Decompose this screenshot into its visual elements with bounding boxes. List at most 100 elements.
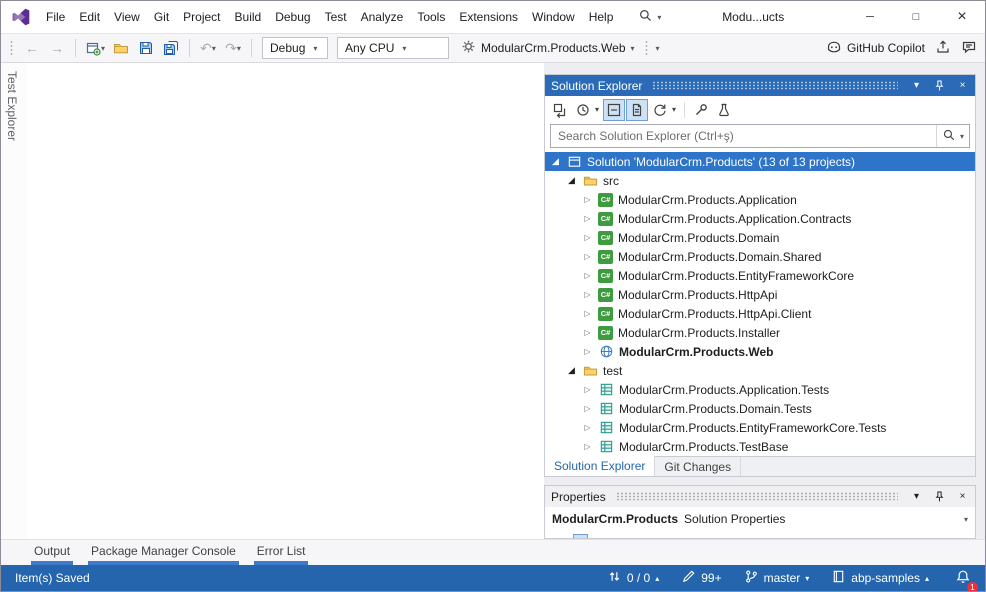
commits-indicator[interactable]: 0 / 0 ▴	[607, 569, 659, 587]
chevron-down-icon[interactable]: ▾	[960, 132, 964, 141]
tree-node-csharp[interactable]: ▷C#ModularCrm.Products.Installer	[545, 323, 975, 342]
window-position-button[interactable]: ▾	[908, 77, 925, 94]
menu-analyze[interactable]: Analyze	[354, 2, 411, 32]
close-button[interactable]: ×	[939, 1, 985, 33]
tab-package-manager-console[interactable]: Package Manager Console	[88, 540, 239, 565]
collapse-all-button[interactable]	[603, 99, 625, 121]
tree-node-test[interactable]: ▷ModularCrm.Products.Domain.Tests	[545, 399, 975, 418]
chevron-down-icon[interactable]: ▾	[595, 105, 599, 114]
tree-node-csharp[interactable]: ▷C#ModularCrm.Products.EntityFrameworkCo…	[545, 266, 975, 285]
menu-file[interactable]: File	[39, 2, 72, 32]
pin-icon[interactable]	[931, 77, 948, 94]
collapse-arrow-icon[interactable]: ◢	[566, 365, 577, 376]
undo-button[interactable]: ↶ ▾	[197, 36, 219, 60]
menu-edit[interactable]: Edit	[72, 2, 107, 32]
github-copilot-button[interactable]: GitHub Copilot	[826, 39, 925, 58]
maximize-button[interactable]: □	[893, 1, 939, 33]
toolbar-overflow-grip[interactable]	[644, 40, 649, 56]
tree-node-csharp[interactable]: ▷C#ModularCrm.Products.Application.Contr…	[545, 209, 975, 228]
chevron-down-icon[interactable]: ▾	[672, 105, 676, 114]
share-button[interactable]	[935, 39, 951, 58]
menu-extensions[interactable]: Extensions	[452, 2, 525, 32]
tree-node-csharp[interactable]: ▷C#ModularCrm.Products.Application	[545, 190, 975, 209]
redo-button[interactable]: ↷ ▾	[222, 36, 244, 60]
expand-arrow-icon[interactable]: ▷	[582, 385, 593, 394]
test-explorer-tab[interactable]: Test Explorer	[5, 71, 19, 141]
menu-project[interactable]: Project	[176, 2, 227, 32]
toolbar-grip[interactable]	[9, 40, 14, 56]
expand-arrow-icon[interactable]: ▷	[582, 195, 593, 204]
expand-arrow-icon[interactable]: ▷	[582, 442, 593, 451]
notifications-button[interactable]: 1	[955, 569, 971, 588]
panel-drag-grip[interactable]	[616, 492, 898, 501]
save-all-button[interactable]	[160, 36, 182, 60]
tree-node-folder[interactable]: ◢test	[545, 361, 975, 380]
expand-arrow-icon[interactable]: ▷	[582, 328, 593, 337]
solution-platform-select[interactable]: Any CPU ▾	[337, 37, 449, 59]
minimize-button[interactable]: ─	[847, 1, 893, 33]
collapse-arrow-icon[interactable]: ◢	[550, 156, 561, 167]
send-feedback-button[interactable]	[961, 39, 977, 58]
search-icon[interactable]	[942, 128, 956, 145]
git-branch-selector[interactable]: master ▾	[744, 569, 810, 587]
panel-drag-grip[interactable]	[652, 81, 898, 90]
startup-project-select[interactable]: ModularCrm.Products.Web ▾	[455, 36, 641, 60]
tree-node-test[interactable]: ▷ModularCrm.Products.Application.Tests	[545, 380, 975, 399]
tab-git-changes[interactable]: Git Changes	[655, 457, 741, 476]
close-panel-button[interactable]: ×	[954, 488, 971, 505]
editor-workspace[interactable]	[26, 63, 544, 539]
expand-arrow-icon[interactable]: ▷	[582, 214, 593, 223]
preview-selected-items-button[interactable]	[713, 99, 735, 121]
expand-arrow-icon[interactable]: ▷	[582, 271, 593, 280]
tab-output[interactable]: Output	[31, 540, 73, 565]
collapse-arrow-icon[interactable]: ◢	[566, 175, 577, 186]
tree-node-test[interactable]: ▷ModularCrm.Products.TestBase	[545, 437, 975, 456]
tree-node-csharp[interactable]: ▷C#ModularCrm.Products.HttpApi.Client	[545, 304, 975, 323]
expand-arrow-icon[interactable]: ▷	[582, 423, 593, 432]
toolbar-overflow-button[interactable]: ▾	[656, 44, 660, 53]
menu-build[interactable]: Build	[228, 2, 269, 32]
open-file-button[interactable]	[110, 36, 132, 60]
tree-node-csharp[interactable]: ▷C#ModularCrm.Products.Domain	[545, 228, 975, 247]
menu-tools[interactable]: Tools	[410, 2, 452, 32]
expand-arrow-icon[interactable]: ▷	[582, 252, 593, 261]
pending-changes-filter-button[interactable]	[572, 99, 594, 121]
switch-views-button[interactable]	[549, 99, 571, 121]
save-button[interactable]	[135, 36, 157, 60]
expand-arrow-icon[interactable]: ▷	[582, 309, 593, 318]
tree-node-csharp[interactable]: ▷C#ModularCrm.Products.HttpApi	[545, 285, 975, 304]
expand-arrow-icon[interactable]: ▷	[582, 404, 593, 413]
show-all-files-button[interactable]	[626, 99, 648, 121]
sync-with-active-document-button[interactable]	[649, 99, 671, 121]
expand-arrow-icon[interactable]: ▷	[582, 290, 593, 299]
expand-arrow-icon[interactable]: ▷	[582, 347, 593, 356]
navigate-back-button[interactable]: ←	[21, 36, 43, 60]
properties-button[interactable]	[690, 99, 712, 121]
properties-header[interactable]: Properties ▾ ×	[545, 486, 975, 507]
menu-test[interactable]: Test	[318, 2, 354, 32]
new-project-button[interactable]: ▾	[83, 36, 107, 60]
tree-node-folder[interactable]: ◢src	[545, 171, 975, 190]
tree-node-test[interactable]: ▷ModularCrm.Products.EntityFrameworkCore…	[545, 418, 975, 437]
git-repository-selector[interactable]: abp-samples ▴	[831, 569, 929, 587]
pin-icon[interactable]	[931, 488, 948, 505]
solution-explorer-search-input[interactable]	[551, 129, 936, 143]
tree-node-solution[interactable]: ◢Solution 'ModularCrm.Products' (13 of 1…	[545, 152, 975, 171]
menu-view[interactable]: View	[107, 2, 147, 32]
menu-window[interactable]: Window	[525, 2, 582, 32]
tab-error-list[interactable]: Error List	[254, 540, 309, 565]
pending-edits-indicator[interactable]: 99+	[681, 569, 721, 587]
solution-explorer-header[interactable]: Solution Explorer ▾ ×	[545, 75, 975, 96]
solution-configuration-select[interactable]: Debug ▾	[262, 37, 328, 59]
tree-node-web[interactable]: ▷ModularCrm.Products.Web	[545, 342, 975, 361]
menu-help[interactable]: Help	[582, 2, 621, 32]
expand-arrow-icon[interactable]: ▷	[582, 233, 593, 242]
menu-git[interactable]: Git	[147, 2, 176, 32]
properties-object-combo[interactable]: ModularCrm.Products Solution Properties …	[545, 507, 975, 531]
close-panel-button[interactable]: ×	[954, 77, 971, 94]
menu-debug[interactable]: Debug	[268, 2, 317, 32]
tab-solution-explorer[interactable]: Solution Explorer	[545, 456, 655, 476]
window-position-button[interactable]: ▾	[908, 488, 925, 505]
titlebar-search-button[interactable]: ▾	[634, 5, 665, 29]
tree-node-csharp[interactable]: ▷C#ModularCrm.Products.Domain.Shared	[545, 247, 975, 266]
